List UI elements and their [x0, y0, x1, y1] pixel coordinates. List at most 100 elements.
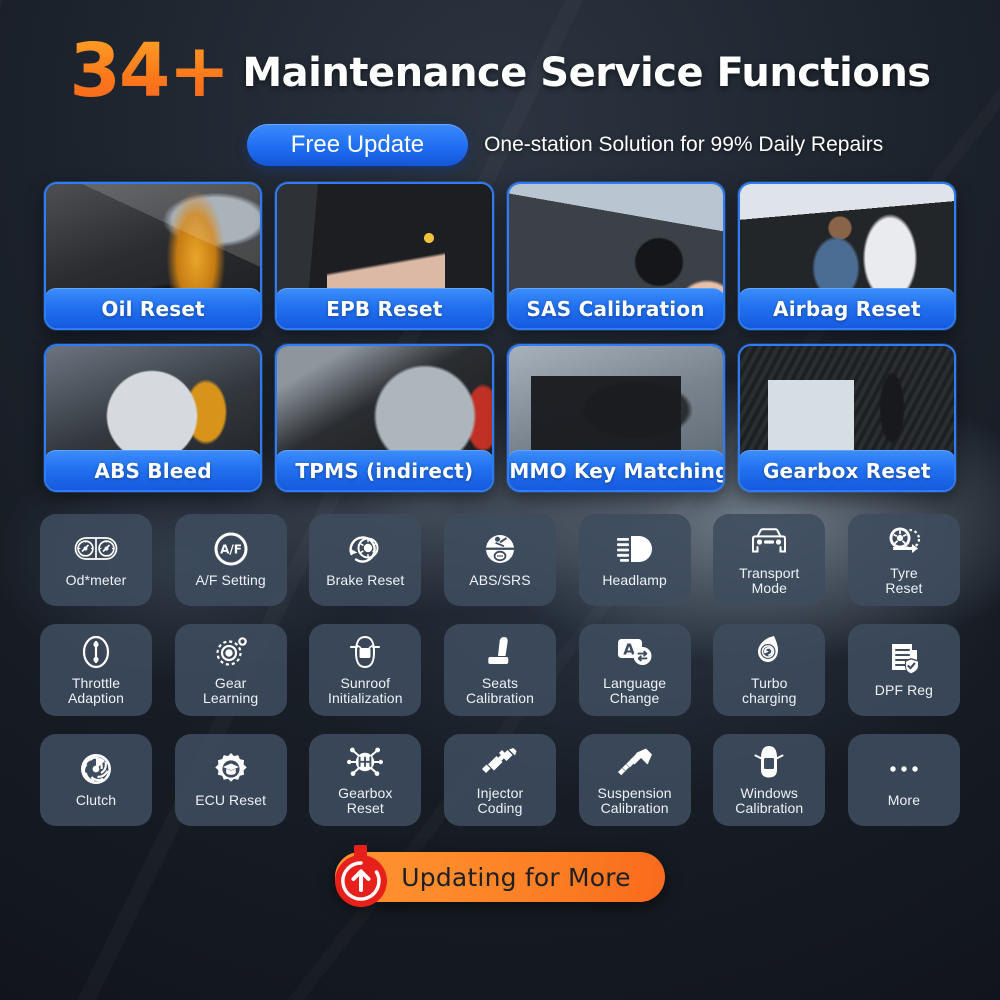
turbocharger-icon — [753, 634, 785, 670]
function-tile-headlamp[interactable]: Headlamp — [578, 514, 691, 606]
function-tile-abs-srs[interactable]: ABS/SRS — [443, 514, 556, 606]
function-row-1: Od*meter A/F A/F Setting Brake Reset ABS… — [40, 514, 960, 606]
feature-card-row-1: Oil Reset EPB Reset SAS Calibration Airb… — [44, 182, 956, 330]
car-sunroof-top-icon — [350, 634, 381, 670]
function-icon-grid: Od*meter A/F A/F Setting Brake Reset ABS… — [0, 492, 1000, 826]
function-tile-af-setting[interactable]: A/F A/F Setting — [174, 514, 287, 606]
feature-card-label: IMMO Key Matching — [508, 450, 723, 490]
air-fuel-ratio-icon: A/F — [214, 531, 248, 567]
feature-card-sas-calibration[interactable]: SAS Calibration — [506, 182, 725, 330]
header-subtitle-row: Free Update One-station Solution for 99%… — [24, 124, 976, 166]
function-tile-label: Suspension Calibration — [597, 784, 672, 816]
promo-page: 34+ Maintenance Service Functions Free U… — [0, 0, 1000, 1000]
car-seat-icon — [484, 634, 516, 670]
function-tile-sunroof-initialization[interactable]: Sunroof Initialization — [309, 624, 422, 716]
svg-text:A/F: A/F — [220, 543, 242, 557]
function-tile-label: Clutch — [75, 792, 117, 809]
car-front-icon — [748, 524, 790, 560]
function-tile-label: Injector Coding — [476, 784, 524, 816]
function-row-3: Clutch ECU Reset Gearbox Reset Injector … — [40, 734, 960, 826]
function-tile-label: ECU Reset — [195, 792, 267, 809]
document-shield-check-icon — [888, 641, 920, 677]
function-tile-transport-mode[interactable]: Transport Mode — [713, 514, 826, 606]
function-count: 34+ — [69, 28, 230, 114]
language-swap-icon: A — [616, 634, 654, 670]
feature-card-label: Gearbox Reset — [739, 450, 954, 490]
brake-disc-reset-icon — [347, 531, 383, 567]
function-tile-label: Windows Calibration — [735, 784, 804, 816]
header-subtitle: One-station Solution for 99% Daily Repai… — [484, 133, 884, 156]
function-tile-dpf-reg[interactable]: DPF Reg — [847, 624, 960, 716]
function-tile-turbocharging[interactable]: Turbo charging — [713, 624, 826, 716]
function-tile-label: Gear Learning — [203, 674, 259, 706]
feature-card-oil-reset[interactable]: Oil Reset — [44, 182, 263, 330]
function-tile-gearbox-reset[interactable]: Gearbox Reset — [309, 734, 422, 826]
function-tile-label: A/F Setting — [195, 572, 266, 589]
gear-cog-icon — [213, 634, 249, 670]
feature-card-label: Airbag Reset — [739, 288, 954, 328]
feature-card-row-2: ABS Bleed TPMS (indirect) IMMO Key Match… — [44, 344, 956, 492]
function-tile-label: Gearbox Reset — [338, 784, 393, 816]
function-tile-injector-coding[interactable]: Injector Coding — [443, 734, 556, 826]
updating-for-more-button[interactable]: Updating for More — [335, 845, 665, 907]
function-tile-brake-reset[interactable]: Brake Reset — [309, 514, 422, 606]
feature-card-grid: Oil Reset EPB Reset SAS Calibration Airb… — [0, 166, 1000, 492]
function-tile-label: More — [887, 792, 921, 809]
feature-card-gearbox-reset[interactable]: Gearbox Reset — [737, 344, 956, 492]
feature-card-label: TPMS (indirect) — [277, 450, 492, 490]
ecu-gear-graduate-icon — [214, 751, 248, 787]
function-tile-label: DPF Reg — [874, 682, 934, 699]
page-title: Maintenance Service Functions — [242, 50, 931, 96]
function-tile-label: Throttle Adaption — [67, 674, 125, 706]
feature-card-airbag-reset[interactable]: Airbag Reset — [737, 182, 956, 330]
feature-card-epb-reset[interactable]: EPB Reset — [275, 182, 494, 330]
ellipsis-more-icon — [887, 751, 921, 787]
abs-srs-airbag-icon — [483, 531, 517, 567]
header: 34+ Maintenance Service Functions Free U… — [0, 0, 1000, 166]
function-tile-seats-calibration[interactable]: Seats Calibration — [443, 624, 556, 716]
function-tile-throttle-adaption[interactable]: Throttle Adaption — [40, 624, 152, 716]
function-tile-label: Seats Calibration — [465, 674, 534, 706]
clutch-plate-icon — [79, 751, 113, 787]
function-tile-gear-learning[interactable]: Gear Learning — [174, 624, 287, 716]
cta-label: Updating for More — [401, 862, 631, 892]
headlamp-beam-icon — [615, 531, 655, 567]
odometer-gauges-icon — [74, 531, 118, 567]
function-tile-label: Sunroof Initialization — [328, 674, 403, 706]
feature-card-label: EPB Reset — [277, 288, 492, 328]
upload-arrow-timer-icon — [327, 843, 395, 911]
function-tile-suspension-calibration[interactable]: Suspension Calibration — [578, 734, 691, 826]
svg-text:A: A — [623, 640, 635, 658]
function-tile-label: ABS/SRS — [469, 572, 531, 589]
function-tile-clutch[interactable]: Clutch — [40, 734, 152, 826]
feature-card-immo-key-matching[interactable]: IMMO Key Matching — [506, 344, 725, 492]
suspension-shock-icon — [616, 744, 654, 780]
car-windows-top-icon — [754, 744, 784, 780]
cta-area: Updating for More — [0, 845, 1000, 907]
function-tile-label: Tyre Reset — [885, 564, 923, 596]
feature-card-label: Oil Reset — [46, 288, 261, 328]
tyre-reset-icon — [885, 524, 923, 560]
feature-card-abs-bleed[interactable]: ABS Bleed — [44, 344, 263, 492]
function-tile-odometer[interactable]: Od*meter — [40, 514, 152, 606]
function-tile-label: Language Change — [603, 674, 667, 706]
fuel-injector-icon — [480, 744, 520, 780]
function-tile-label: Transport Mode — [739, 564, 800, 596]
feature-card-tpms[interactable]: TPMS (indirect) — [275, 344, 494, 492]
throttle-body-icon — [80, 634, 112, 670]
function-row-2: Throttle Adaption Gear Learning Sunroof … — [40, 624, 960, 716]
function-tile-label: Od*meter — [65, 572, 127, 589]
function-tile-label: Brake Reset — [326, 572, 405, 589]
function-tile-tyre-reset[interactable]: Tyre Reset — [847, 514, 960, 606]
function-tile-ecu-reset[interactable]: ECU Reset — [174, 734, 287, 826]
function-tile-label: Headlamp — [602, 572, 667, 589]
function-tile-language-change[interactable]: A Language Change — [578, 624, 691, 716]
function-tile-label: Turbo charging — [742, 674, 797, 706]
feature-card-label: ABS Bleed — [46, 450, 261, 490]
gearbox-shift-pattern-icon — [347, 744, 384, 780]
function-tile-windows-calibration[interactable]: Windows Calibration — [713, 734, 826, 826]
free-update-badge[interactable]: Free Update — [246, 124, 469, 166]
feature-card-label: SAS Calibration — [508, 288, 723, 328]
function-tile-more[interactable]: More — [847, 734, 960, 826]
header-title-row: 34+ Maintenance Service Functions — [24, 34, 976, 112]
